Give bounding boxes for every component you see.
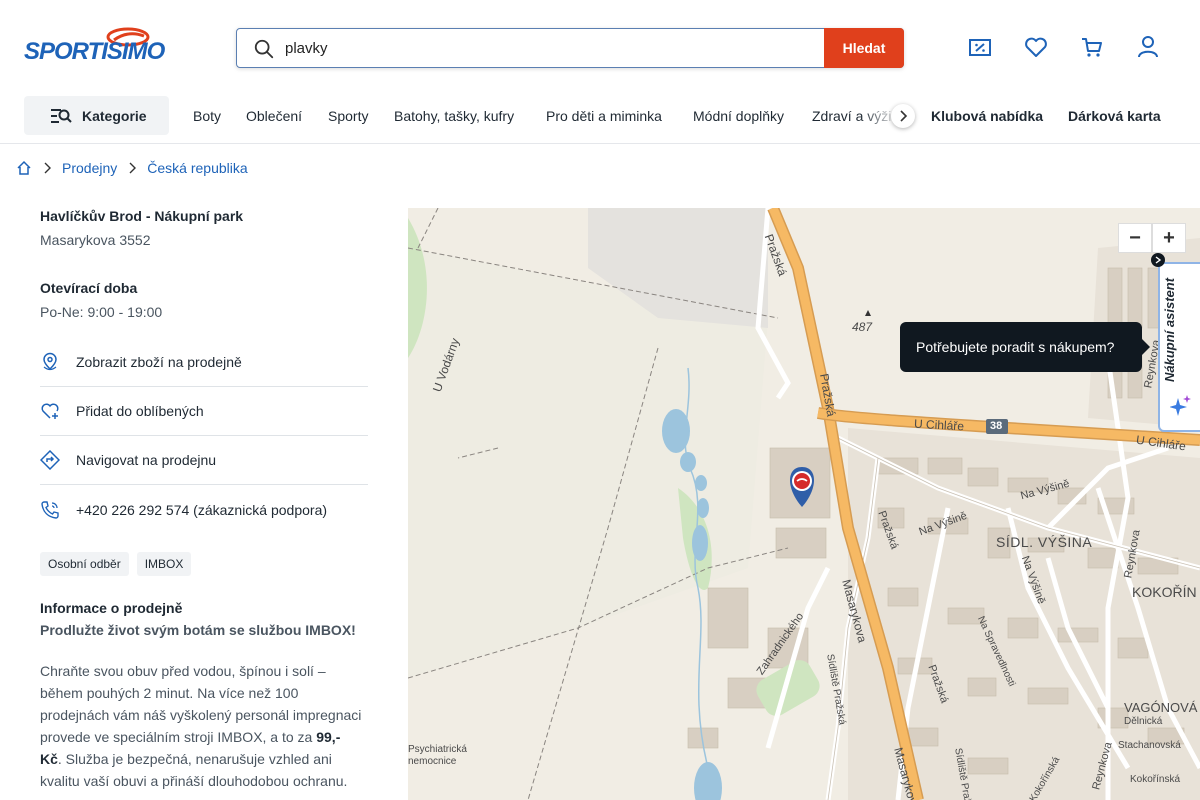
zoom-out-button[interactable]: − bbox=[1118, 223, 1152, 253]
chevron-right-icon bbox=[44, 162, 51, 174]
phone-icon bbox=[41, 500, 59, 519]
phone-label: +420 226 292 574 (zákaznická podpora) bbox=[76, 501, 328, 518]
assistant-tab[interactable]: Nákupní asistent bbox=[1158, 262, 1200, 432]
user-icon[interactable] bbox=[1135, 34, 1161, 60]
nav-item-pro-deti[interactable]: Pro děti a miminka bbox=[546, 108, 662, 124]
store-info-title: Informace o prodejně bbox=[40, 600, 183, 616]
store-address: Masarykova 3552 bbox=[40, 232, 151, 248]
breadcrumb: Prodejny Česká republika bbox=[16, 158, 248, 178]
map-label-vagonova: VAGÓNOVÁ bbox=[1124, 700, 1198, 715]
opening-hours: Po-Ne: 9:00 - 19:00 bbox=[40, 304, 163, 320]
nav-item-boty[interactable]: Boty bbox=[193, 108, 221, 124]
discount-icon[interactable] bbox=[967, 34, 993, 60]
logo-text: SPORTISIMO bbox=[24, 38, 165, 65]
map-label-stachanovska: Stachanovská bbox=[1118, 740, 1181, 751]
navigation-icon bbox=[40, 450, 60, 470]
store-info-subtitle: Prodlužte život svým botám se službou IM… bbox=[40, 622, 356, 638]
chevron-right-icon bbox=[129, 162, 137, 174]
nav-item-modni-doplnky[interactable]: Módní doplňky bbox=[693, 108, 784, 124]
kategorie-label: Kategorie bbox=[82, 107, 147, 124]
store-map[interactable]: Pražská Pražská 487 U Vodárny U Cihláře … bbox=[408, 208, 1200, 800]
breadcrumb-ceska-republika[interactable]: Česká republika bbox=[147, 160, 247, 176]
add-favorite-label: Přidat do oblíbených bbox=[76, 403, 204, 419]
map-label-u-cihlare-1: U Cihláře bbox=[913, 416, 965, 434]
search-icon bbox=[254, 39, 274, 59]
menu-search-icon bbox=[51, 108, 72, 123]
nav-item-obleceni[interactable]: Oblečení bbox=[246, 108, 302, 124]
map-label-psychiatricka: Psychiatrická bbox=[408, 744, 467, 755]
assistant-tooltip[interactable]: Potřebujete poradit s nákupem? bbox=[900, 322, 1150, 372]
info-text-part2: . Služba je bezpečná, nenarušuje vzhled … bbox=[40, 751, 348, 789]
nav-item-darkova-karta[interactable]: Dárková karta bbox=[1068, 108, 1161, 124]
heart-icon[interactable] bbox=[1023, 34, 1049, 60]
service-tags: Osobní odběr IMBOX bbox=[40, 552, 368, 576]
show-goods-label: Zobrazit zboží na prodejně bbox=[76, 354, 242, 370]
sportisimo-logo[interactable]: SPORTISIMO bbox=[24, 26, 165, 66]
sparkle-icon bbox=[1170, 395, 1191, 416]
nav-item-sporty[interactable]: Sporty bbox=[328, 108, 368, 124]
search-input[interactable] bbox=[285, 29, 825, 67]
nav-item-batohy[interactable]: Batohy, tašky, kufry bbox=[394, 108, 514, 124]
info-text-part1: Chraňte svou obuv před vodou, špínou i s… bbox=[40, 663, 362, 745]
navigate-label: Navigovat na prodejnu bbox=[76, 452, 217, 468]
nav-item-klubova-nabidka[interactable]: Klubová nabídka bbox=[931, 108, 1043, 124]
map-label-nemocnice: nemocnice bbox=[408, 756, 457, 767]
store-detail-panel: Havlíčkův Brod - Nákupní park Masarykova… bbox=[40, 208, 368, 792]
store-name: Havlíčkův Brod - Nákupní park bbox=[40, 208, 244, 224]
map-pin-icon bbox=[43, 352, 57, 371]
cart-icon[interactable] bbox=[1079, 34, 1105, 60]
opening-hours-title: Otevírací doba bbox=[40, 280, 138, 296]
map-label-road-number: 38 bbox=[990, 420, 1003, 432]
zoom-in-button[interactable]: + bbox=[1152, 223, 1186, 253]
header: SPORTISIMO Hledat bbox=[0, 0, 1200, 96]
home-icon[interactable] bbox=[16, 160, 32, 176]
store-info-text: Chraňte svou obuv před vodou, špínou i s… bbox=[40, 660, 366, 792]
phone-button[interactable]: +420 226 292 574 (zákaznická podpora) bbox=[40, 485, 368, 534]
nav-scroll-right-button[interactable] bbox=[891, 104, 915, 128]
category-navbar: Kategorie Boty Oblečení Sporty Batohy, t… bbox=[0, 96, 1200, 144]
assistant-close-button[interactable] bbox=[1151, 253, 1165, 267]
map-label-kokorinska-1: Kokořínská bbox=[1130, 774, 1181, 785]
breadcrumb-prodejny[interactable]: Prodejny bbox=[62, 160, 117, 176]
kategorie-button[interactable]: Kategorie bbox=[24, 96, 169, 135]
show-goods-button[interactable]: Zobrazit zboží na prodejně bbox=[40, 338, 368, 387]
tag-osobni-odber: Osobní odběr bbox=[40, 552, 129, 576]
store-actions: Zobrazit zboží na prodejně Přidat do obl… bbox=[40, 338, 368, 534]
search-button[interactable]: Hledat bbox=[824, 28, 904, 68]
chevron-right-icon bbox=[900, 110, 908, 122]
map-label-delnicka: Dělnická bbox=[1124, 716, 1163, 727]
assistant-label: Nákupní asistent bbox=[1162, 277, 1177, 382]
search-bar: Hledat bbox=[236, 28, 904, 68]
map-label-sidl-vysina: SÍDL. VÝŠINA bbox=[996, 534, 1093, 550]
heart-plus-icon bbox=[41, 403, 59, 419]
map-canvas bbox=[408, 208, 1200, 800]
map-label-kokorin: KOKOŘÍN bbox=[1132, 584, 1197, 600]
navigate-button[interactable]: Navigovat na prodejnu bbox=[40, 436, 368, 485]
add-favorite-button[interactable]: Přidat do oblíbených bbox=[40, 387, 368, 436]
tag-imbox: IMBOX bbox=[136, 552, 192, 576]
chevron-right-icon bbox=[1155, 256, 1162, 264]
map-label-elevation: 487 bbox=[852, 320, 873, 334]
